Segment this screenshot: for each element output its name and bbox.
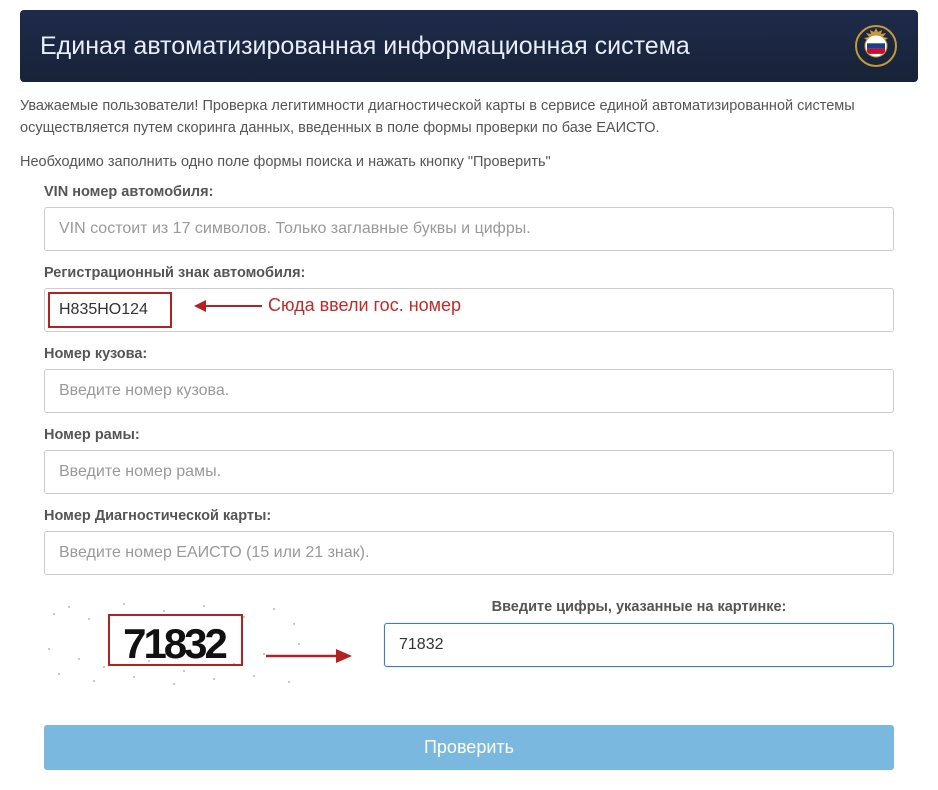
frame-label: Номер рамы: <box>44 427 894 443</box>
vin-label: VIN номер автомобиля: <box>44 184 894 200</box>
regplate-annotation-text: Сюда ввели гос. номер <box>268 295 461 316</box>
diagcard-input[interactable] <box>44 531 894 575</box>
captcha-value: 71832 <box>123 620 225 668</box>
diagcard-label: Номер Диагностической карты: <box>44 508 894 524</box>
instruction-text: Необходимо заполнить одно поле формы пои… <box>20 154 918 170</box>
frame-input[interactable] <box>44 450 894 494</box>
regplate-label: Регистрационный знак автомобиля: <box>44 265 894 281</box>
vin-input[interactable] <box>44 207 894 251</box>
captcha-input-label: Введите цифры, указанные на картинке: <box>384 599 894 615</box>
regplate-group: Регистрационный знак автомобиля: Сюда вв… <box>44 265 894 332</box>
diagcard-group: Номер Диагностической карты: <box>44 508 894 575</box>
regplate-annotation: Сюда ввели гос. номер <box>194 294 461 318</box>
captcha-arrow-icon <box>262 641 352 671</box>
body-label: Номер кузова: <box>44 346 894 362</box>
body-group: Номер кузова: <box>44 346 894 413</box>
captcha-input[interactable] <box>384 623 894 667</box>
header-bar: Единая автоматизированная информационная… <box>20 10 918 82</box>
intro-text: Уважаемые пользователи! Проверка легитим… <box>20 96 918 140</box>
submit-button[interactable]: Проверить <box>44 725 894 770</box>
page-title: Единая автоматизированная информационная… <box>40 32 690 61</box>
vin-group: VIN номер автомобиля: <box>44 184 894 251</box>
regplate-input[interactable] <box>44 288 894 332</box>
gov-emblem-icon <box>854 24 898 68</box>
frame-group: Номер рамы: <box>44 427 894 494</box>
body-input[interactable] <box>44 369 894 413</box>
